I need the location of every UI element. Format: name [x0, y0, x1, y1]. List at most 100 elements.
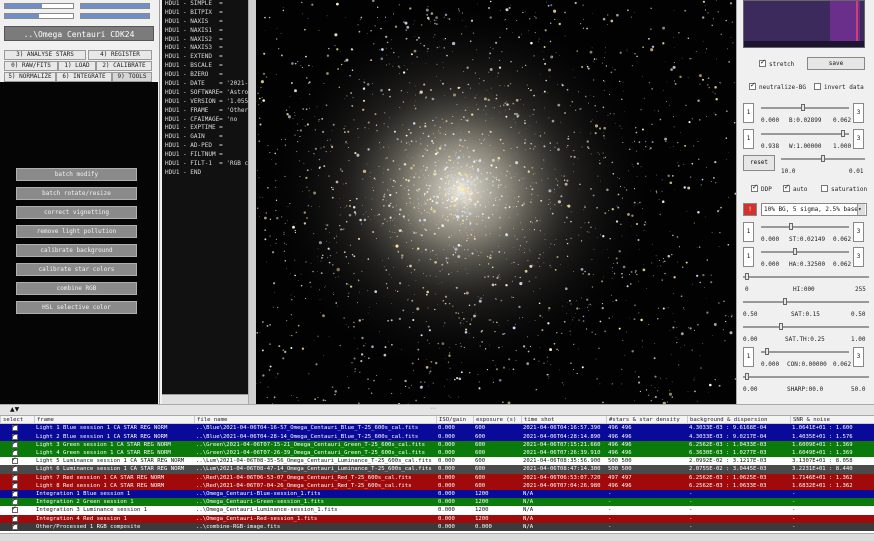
b-slider[interactable] — [761, 104, 849, 111]
st-slider[interactable] — [761, 223, 849, 230]
table-row[interactable]: Light 2 Blue session 1 CA STAR REG NORM.… — [0, 431, 874, 441]
hi-slider[interactable] — [743, 273, 869, 280]
table-cell-snr: 1.0641E+01 : 1.600 — [792, 425, 853, 432]
ha-slider-thumb[interactable] — [793, 248, 797, 255]
header-line: HDU1 - NAXIS = — [165, 17, 223, 25]
tab-raw-fits[interactable]: 0) RAW/FITS — [4, 61, 58, 71]
remove-light-pollution-button[interactable]: remove light pollution — [16, 225, 137, 238]
astro-image-view[interactable] — [256, 0, 736, 404]
con-slider-thumb[interactable] — [765, 348, 769, 355]
splitter-grip-icon[interactable]: ⋯ — [430, 405, 436, 412]
table-row[interactable]: Integration 1 Blue session 1 ..\Omega_Cen… — [0, 488, 874, 499]
ddp-checkbox[interactable] — [751, 183, 758, 192]
collapse-icon[interactable]: ▲▼ — [10, 406, 19, 413]
correct-vignetting-button[interactable]: correct vignetting — [16, 206, 137, 219]
column-header[interactable]: file name — [194, 416, 436, 425]
ha-slider[interactable] — [761, 248, 849, 255]
table-row[interactable]: Light 8 Red session 1 CA STAR REG NORM..… — [0, 480, 874, 490]
stretch-label: stretch — [769, 61, 795, 68]
table-cell-time: 2021-04-06T08:47:14.300 — [523, 466, 601, 473]
table-row[interactable]: Light 7 Red session 1 CA STAR REG NORM..… — [0, 472, 874, 482]
table-row[interactable]: Light 6 Luminance session 1 CA STAR REG … — [0, 463, 874, 474]
tab-integrate[interactable]: 6) INTEGRATE — [56, 72, 112, 82]
b-increase-button[interactable]: 3 — [853, 103, 864, 123]
stretch-checkbox[interactable] — [759, 58, 766, 67]
w-decrease-button[interactable]: 1 — [743, 129, 754, 149]
column-header[interactable]: exposure (s) — [473, 416, 521, 425]
batch-rotate-resize-button[interactable]: batch rotate/resize — [16, 187, 137, 200]
table-cell-bg: 4.3033E-03 : 9.0217E-04 — [689, 433, 767, 440]
auto-checkbox[interactable] — [783, 183, 790, 192]
chevron-down-icon[interactable]: ▾ — [857, 204, 865, 215]
table-row[interactable]: Light 4 Green session 1 CA STAR REG NORM… — [0, 447, 874, 458]
header-vertical-scrollbar[interactable] — [248, 0, 256, 404]
tab-normalize[interactable]: 5) NORMALIZE — [4, 72, 56, 82]
background-mode-select[interactable]: 10% BG, 5 sigma, 2.5% base ▾ — [761, 203, 867, 216]
b-slider-thumb[interactable] — [801, 104, 805, 111]
header-horizontal-scrollbar[interactable] — [162, 394, 248, 404]
con-decrease-button[interactable]: 1 — [743, 347, 754, 367]
invert-data-checkbox[interactable] — [814, 83, 821, 90]
table-cell-file: ..\Lum\2021-04-06T08-35-56_Omega_Centaur… — [196, 458, 432, 465]
sharp-slider-thumb[interactable] — [745, 373, 749, 380]
header-line: HDU1 - NAXIS2 = — [165, 35, 223, 43]
b-decrease-button[interactable]: 1 — [743, 103, 754, 123]
w-slider-thumb[interactable] — [841, 130, 845, 137]
w-increase-button[interactable]: 3 — [853, 129, 864, 149]
column-header[interactable]: #stars & star density — [606, 416, 687, 425]
sharp-slider[interactable] — [743, 373, 869, 380]
gamma-slider[interactable] — [781, 155, 865, 162]
hi-slider-thumb[interactable] — [745, 273, 749, 280]
ha-value-label: HA:0.32500 — [789, 261, 826, 268]
sat-slider[interactable] — [743, 298, 869, 305]
hsl-selective-color-button[interactable]: HSL selective color — [16, 301, 137, 314]
table-row[interactable]: Integration 3 Luminance session 1 ..\Omeg… — [0, 504, 874, 515]
con-increase-button[interactable]: 3 — [853, 347, 864, 367]
tab-calibrate[interactable]: 2) CALIBRATE — [96, 61, 152, 71]
apply-color-button[interactable]: ! — [743, 203, 757, 216]
column-header[interactable]: background & dispersion — [687, 416, 790, 425]
panel-splitter[interactable]: ▲▼ ⋯ — [0, 404, 874, 416]
sat-threshold-slider[interactable] — [743, 323, 869, 330]
column-header[interactable]: frame — [34, 416, 194, 425]
table-row[interactable]: Integration 2 Green session 1 ..\Omega_Ce… — [0, 496, 874, 507]
saturation-checkbox[interactable] — [821, 185, 828, 192]
calibrate-star-colors-button[interactable]: calibrate star colors — [16, 263, 137, 276]
combine-rgb-button[interactable]: combine RGB — [16, 282, 137, 295]
table-cell-frame: Light 7 Red session 1 CA STAR REG NORM — [36, 474, 164, 481]
tab-analyse-stars[interactable]: 3) ANALYSE STARS — [4, 50, 86, 60]
calibrate-background-button[interactable]: calibrate background — [16, 244, 137, 257]
tab-register[interactable]: 4) REGISTER — [88, 50, 152, 60]
row-select-checkbox[interactable] — [12, 521, 18, 530]
column-header[interactable]: SNR & noise — [790, 416, 874, 425]
column-header[interactable]: ISO/gain — [436, 416, 473, 425]
tab-load[interactable]: 1) LOAD — [58, 61, 96, 71]
table-cell-stars: 496 496 — [608, 441, 632, 448]
table-horizontal-scrollbar[interactable] — [0, 533, 874, 541]
table-row[interactable]: Light 3 Green session 1 CA STAR REG NORM… — [0, 439, 874, 449]
sat-slider-thumb[interactable] — [783, 298, 787, 305]
table-row[interactable]: Integration 4 Red session 1 ..\Omega_Cent… — [0, 513, 874, 523]
w-slider[interactable] — [761, 130, 849, 137]
gamma-slider-thumb[interactable] — [821, 155, 825, 162]
table-row[interactable]: Light 5 Luminance session 1 CA STAR REG … — [0, 455, 874, 466]
table-cell-exp: 600 — [475, 450, 486, 456]
save-button[interactable]: save — [807, 57, 865, 70]
st-slider-thumb[interactable] — [789, 223, 793, 230]
batch-modify-button[interactable]: batch modify — [16, 168, 137, 181]
st-increase-button[interactable]: 3 — [853, 222, 864, 242]
ha-decrease-button[interactable]: 1 — [743, 247, 754, 267]
table-row[interactable]: Other/Processed 1 RGB composite ..\combin… — [0, 521, 874, 531]
tab-tools[interactable]: 9) TOOLS — [112, 72, 152, 82]
table-cell-bg: 2.0755E-02 : 3.0445E-03 — [689, 466, 767, 473]
st-decrease-button[interactable]: 1 — [743, 222, 754, 242]
ha-increase-button[interactable]: 3 — [853, 247, 864, 267]
con-slider[interactable] — [761, 348, 849, 355]
table-row[interactable]: Light 1 Blue session 1 CA STAR REG NORM.… — [0, 422, 874, 433]
fits-header-memo[interactable]: HDU1 - SIMPLE = HDU1 - BITPIX = HDU1 - NAX… — [162, 0, 248, 404]
sat-threshold-slider-thumb[interactable] — [779, 323, 783, 330]
neutralize-bg-checkbox[interactable] — [749, 81, 756, 90]
column-header[interactable]: select — [0, 416, 34, 425]
column-header[interactable]: time shot — [521, 416, 606, 425]
reset-button[interactable]: reset — [743, 155, 775, 171]
